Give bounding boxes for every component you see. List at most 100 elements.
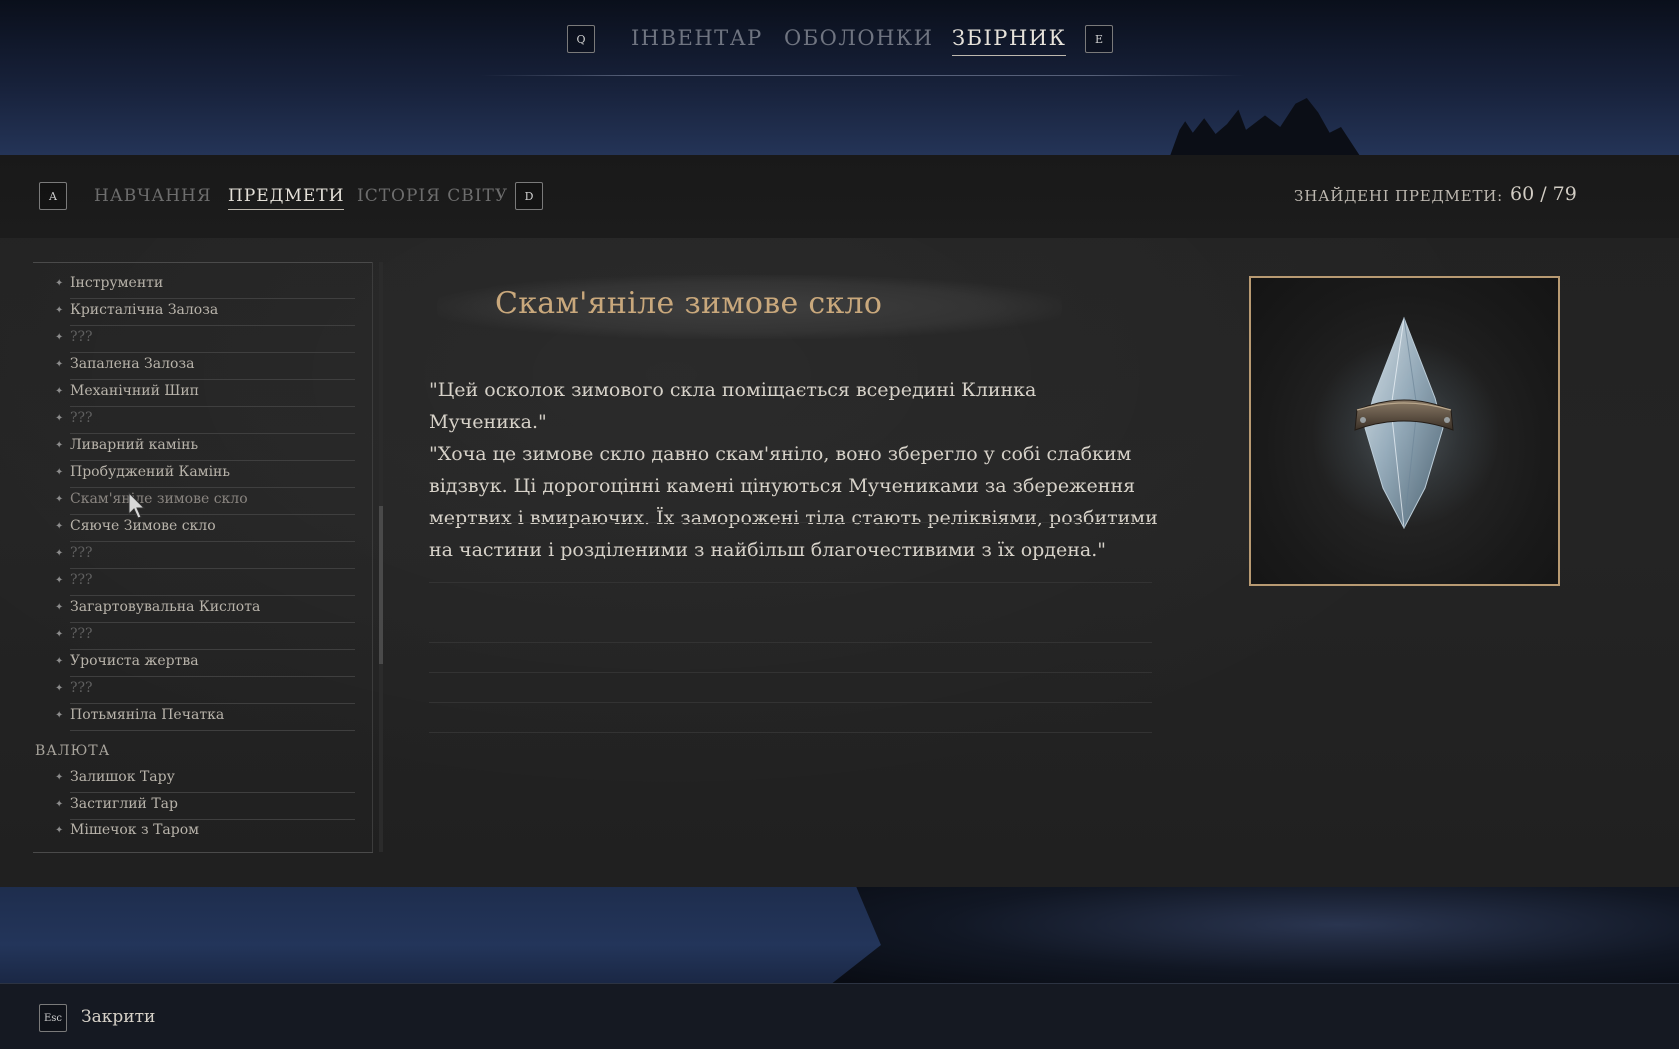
bullet-icon: ✦ (55, 602, 64, 613)
list-item[interactable]: ✦ Механічний Шип (55, 382, 355, 408)
bullet-icon: ✦ (55, 494, 64, 505)
bullet-icon: ✦ (55, 413, 64, 424)
bullet-icon: ✦ (55, 710, 64, 721)
list-item[interactable]: ✦ Запалена Залоза (55, 355, 355, 381)
divider (429, 702, 1152, 703)
close-button[interactable]: Закрити (81, 1007, 155, 1027)
list-item-selected[interactable]: ✦ Скам'яніле зимове скло (55, 490, 355, 516)
list-item[interactable]: ✦ ??? (55, 571, 355, 597)
list-item-label: ??? (70, 545, 93, 561)
list-item-label: Скам'яніле зимове скло (70, 491, 248, 507)
bullet-icon: ✦ (55, 575, 64, 586)
divider (429, 672, 1152, 673)
item-description: "Цей осколок зимового скла поміщається в… (429, 374, 1159, 566)
bullet-icon: ✦ (55, 656, 64, 667)
bullet-icon: ✦ (55, 799, 64, 810)
bullet-icon: ✦ (55, 548, 64, 559)
list-item[interactable]: ✦ Загартовувальна Кислота (55, 598, 355, 624)
key-hint-d[interactable]: D (515, 182, 543, 210)
list-item[interactable]: ✦ Пробуджений Камінь (55, 463, 355, 489)
list-item-label: Залишок Тару (70, 769, 175, 785)
key-hint-a[interactable]: A (39, 182, 67, 210)
bullet-icon: ✦ (55, 305, 64, 316)
mouse-cursor-icon (128, 492, 146, 519)
divider (70, 819, 355, 820)
list-item-label: ??? (70, 329, 93, 345)
list-item-label: Механічний Шип (70, 383, 200, 399)
list-item-label: Мішечок з Таром (70, 822, 200, 838)
list-item[interactable]: ✦ Урочиста жертва (55, 652, 355, 678)
divider (70, 379, 355, 380)
found-items-count: 60 / 79 (1510, 183, 1577, 205)
list-item[interactable]: ✦ Кристалічна Залоза (55, 301, 355, 327)
divider (70, 460, 355, 461)
list-frame-right (372, 262, 373, 852)
divider (70, 703, 355, 704)
divider (70, 568, 355, 569)
divider (70, 595, 355, 596)
list-item[interactable]: ✦ ??? (55, 679, 355, 705)
item-title: Скам'яніле зимове скло (495, 286, 883, 321)
list-item-label: Запалена Залоза (70, 356, 195, 372)
divider (70, 792, 355, 793)
divider (429, 582, 1152, 583)
list-item[interactable]: ✦ Мішечок з Таром (55, 821, 355, 847)
divider (429, 522, 1152, 523)
divider (70, 730, 355, 731)
frozen-crystal-icon (1354, 316, 1454, 530)
list-item-label: Загартовувальна Кислота (70, 599, 261, 615)
item-image-frame (1249, 276, 1560, 586)
list-item[interactable]: ✦ Сяюче Зимове скло (55, 517, 355, 543)
list-category-currency: ВАЛЮТА (35, 743, 111, 759)
divider (70, 298, 355, 299)
list-item-label: Потьмяніла Печатка (70, 707, 225, 723)
tab-world-history[interactable]: ІСТОРІЯ СВІТУ (357, 186, 508, 206)
divider (70, 622, 355, 623)
bullet-icon: ✦ (55, 772, 64, 783)
tab-items[interactable]: ПРЕДМЕТИ (228, 186, 345, 210)
list-item-label: ??? (70, 626, 93, 642)
bullet-icon: ✦ (55, 359, 64, 370)
divider (70, 514, 355, 515)
list-item[interactable]: ✦ ??? (55, 409, 355, 435)
list-item-label: Сяюче Зимове скло (70, 518, 216, 534)
list-item[interactable]: ✦ ??? (55, 625, 355, 651)
bullet-icon: ✦ (55, 440, 64, 451)
tab-inventory[interactable]: ІНВЕНТАР (631, 26, 763, 50)
list-scroll-thumb[interactable] (379, 506, 383, 664)
divider (70, 406, 355, 407)
list-item-label: Пробуджений Камінь (70, 464, 230, 480)
list-item[interactable]: ✦ ??? (55, 544, 355, 570)
divider (70, 352, 355, 353)
description-line: "Хоча це зимове скло давно скам'яніло, в… (429, 443, 1158, 561)
list-item[interactable]: ✦ Ливарний камінь (55, 436, 355, 462)
bullet-icon: ✦ (55, 467, 64, 478)
list-item[interactable]: ✦ Застиглий Тар (55, 795, 355, 821)
list-item[interactable]: ✦ Інструменти (55, 274, 355, 300)
bullet-icon: ✦ (55, 825, 64, 836)
tab-shells[interactable]: ОБОЛОНКИ (784, 26, 933, 50)
key-hint-esc[interactable]: Esc (39, 1004, 67, 1032)
divider (429, 642, 1152, 643)
divider (429, 732, 1152, 733)
key-hint-q[interactable]: Q (567, 25, 595, 53)
list-item[interactable]: ✦ ??? (55, 328, 355, 354)
tab-learning[interactable]: НАВЧАННЯ (94, 186, 212, 206)
top-background (0, 0, 1679, 155)
list-item-label: Урочиста жертва (70, 653, 199, 669)
divider (70, 487, 355, 488)
tab-collection[interactable]: ЗБІРНИК (952, 26, 1067, 56)
list-item-label: ??? (70, 572, 93, 588)
list-item[interactable]: ✦ Залишок Тару (55, 768, 355, 794)
item-list: ​ ✦ Інструменти ✦ Кристалічна Залоза ✦ ?… (33, 262, 373, 853)
list-item-label: Застиглий Тар (70, 796, 178, 812)
key-hint-e[interactable]: E (1085, 25, 1113, 53)
bullet-icon: ✦ (55, 683, 64, 694)
divider (70, 676, 355, 677)
list-item[interactable]: ✦ Потьмяніла Печатка (55, 706, 355, 732)
description-line: "Цей осколок зимового скла поміщається в… (429, 379, 1037, 433)
list-item-label: ??? (70, 680, 93, 696)
list-item-label: Ливарний камінь (70, 437, 199, 453)
footer-bar (0, 983, 1679, 1049)
found-items-label: ЗНАЙДЕНІ ПРЕДМЕТИ: (1294, 187, 1503, 205)
